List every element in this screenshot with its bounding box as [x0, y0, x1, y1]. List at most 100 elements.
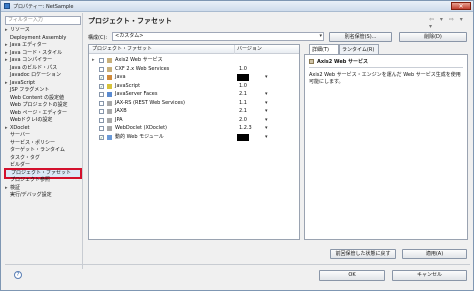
tree-item[interactable]: タスク・タグ [5, 155, 81, 162]
facet-checkbox[interactable] [99, 117, 104, 123]
facet-row[interactable]: ✓ 動的 Web モジュール ▾ [89, 133, 299, 141]
facet-name: JavaServer Faces [115, 91, 158, 97]
facet-version[interactable]: 2.0 [239, 117, 247, 124]
facet-checkbox[interactable]: ✓ [99, 75, 104, 80]
navigation-arrows[interactable]: ⇦ ▾ ⇨ ▾ ▾ [429, 16, 473, 30]
help-icon[interactable]: ? [14, 271, 22, 279]
detail-heading: Axis2 Web サービス [317, 59, 369, 65]
tree-item-label: Java コンパイラー [10, 57, 53, 63]
tree-item[interactable]: Java のビルド・パス [5, 65, 81, 72]
facet-checkbox[interactable]: ✓ [99, 83, 104, 89]
detail-description: Axis2 Web サービス・エンジンを運んだ Web サービス生成を使用可能に… [309, 72, 461, 85]
tree-item[interactable]: サービス・ポリシー [5, 140, 81, 147]
page-title: プロジェクト・ファセット [88, 17, 172, 25]
tree-item[interactable]: Javadoc ロケーション [5, 72, 81, 79]
chevron-down-icon[interactable]: ▾ [265, 91, 268, 98]
facet-checkbox[interactable] [99, 100, 104, 106]
chevron-down-icon[interactable]: ▾ [265, 108, 268, 115]
chevron-down-icon[interactable]: ▾ [265, 117, 268, 124]
filter-input[interactable]: フィルター入力 [5, 16, 81, 25]
column-header-version[interactable]: バージョン [237, 45, 262, 54]
column-header-facet[interactable]: プロジェクト・ファセット [92, 45, 152, 54]
chevron-down-icon[interactable]: ▾ [265, 74, 268, 81]
tree-item[interactable]: プロジェクト参照 [5, 177, 81, 184]
facet-checkbox[interactable] [99, 66, 104, 72]
ok-button[interactable]: OK [319, 270, 385, 281]
facet-icon [107, 66, 112, 72]
facet-row[interactable]: JPA 2.0 ▾ [89, 117, 299, 124]
tree-item-label: 実行/デバッグ設定 [10, 192, 52, 198]
facet-row[interactable]: WebDoclet (XDoclet) 1.2.3 ▾ [89, 125, 299, 132]
tree-item[interactable]: ▸ JavaScript [5, 80, 81, 87]
expand-icon[interactable]: ▸ [92, 57, 97, 64]
tree-item[interactable]: Web プロジェクトの設定 [5, 102, 81, 109]
tree-item[interactable]: Web ページ・エディター [5, 110, 81, 117]
facet-row[interactable]: ✓ JavaScript 1.0 [89, 83, 299, 90]
facet-icon [107, 134, 112, 140]
facet-row[interactable]: JavaServer Faces 2.1 ▾ [89, 91, 299, 98]
cancel-button[interactable]: キャンセル [392, 270, 467, 281]
restore-defaults-button[interactable]: 前回保管した状態に戻す [330, 249, 396, 259]
tree-item[interactable]: Web Content の設定値 [5, 95, 81, 102]
property-tree: ▸ リソース Deployment Assembly ▸ Java エディター ▸ Java… [4, 27, 82, 257]
tree-item-label: Java のビルド・パス [10, 64, 58, 71]
tree-item-label: ターゲット・ランタイム [10, 147, 65, 153]
tree-item-label: XDoclet [10, 124, 30, 131]
divider [5, 264, 470, 265]
facet-name: JAXB [115, 108, 127, 114]
tree-item[interactable]: ビルダー [5, 162, 81, 169]
facet-name: JAX-RS (REST Web Services) [115, 99, 185, 106]
tree-item[interactable]: JSP フラグメント [5, 87, 81, 94]
facet-version[interactable]: 1.0 [239, 66, 247, 73]
tree-item-label: Java エディター [10, 42, 47, 48]
facet-row[interactable]: JAXB 2.1 ▾ [89, 108, 299, 115]
facet-checkbox[interactable] [99, 109, 104, 114]
chevron-down-icon[interactable]: ▾ [265, 134, 268, 141]
config-select[interactable]: <カスタム> ▾ [112, 32, 324, 41]
facet-version[interactable]: 2.1 [239, 108, 247, 115]
facet-icon [309, 59, 314, 64]
facet-checkbox[interactable] [99, 126, 104, 131]
apply-button[interactable]: 適用(A) [402, 249, 467, 259]
facet-checkbox[interactable]: ✓ [99, 134, 104, 140]
tree-item[interactable]: サーバー [5, 132, 81, 139]
tab-runtimes[interactable]: ランタイム(R) [339, 44, 379, 54]
splitter[interactable] [82, 13, 83, 269]
tree-item[interactable]: 実行/デバッグ設定 [5, 192, 81, 199]
facet-version[interactable]: 1.0 [239, 83, 247, 90]
tree-item[interactable]: ▸ Java コード・スタイル [5, 50, 81, 57]
tree-item-label: サービス・ポリシー [10, 139, 56, 146]
chevron-down-icon[interactable]: ▾ [265, 100, 268, 107]
tab-details[interactable]: 詳細(T) [309, 44, 339, 54]
tree-item-label: ビルダー [10, 162, 31, 168]
tree-item[interactable]: Deployment Assembly [5, 35, 81, 42]
title-bar: プロパティー: NetSample ✕ [1, 1, 473, 12]
facet-version[interactable]: 1.2.3 [239, 125, 252, 132]
facet-version[interactable]: 1.1 [239, 100, 247, 107]
tree-item[interactable]: ターゲット・ランタイム [5, 147, 81, 154]
facet-row[interactable]: ✓ Java ▾ [89, 74, 299, 81]
window-icon [4, 3, 10, 9]
delete-button[interactable]: 削除(D) [399, 32, 467, 42]
close-button[interactable]: ✕ [451, 2, 471, 10]
facet-name: JavaScript [115, 82, 141, 89]
tree-item[interactable]: プロジェクト・ファセット [4, 167, 82, 179]
facet-icon [107, 58, 112, 63]
tree-item-label: JavaScript [10, 79, 36, 86]
tree-item[interactable]: ▸ Java コンパイラー [5, 57, 81, 64]
tree-item[interactable]: ▸ XDoclet [5, 125, 81, 132]
tree-item[interactable]: WebドクレIの設定 [5, 117, 81, 124]
facet-version[interactable]: 2.1 [239, 91, 247, 98]
facet-row[interactable]: ▸ Axis2 Web サービス [89, 57, 299, 64]
tree-item[interactable]: ▸ リソース [5, 27, 81, 34]
chevron-down-icon[interactable]: ▾ [265, 125, 268, 132]
facet-checkbox[interactable] [99, 92, 104, 97]
tree-item[interactable]: ▸ Java エディター [5, 42, 81, 49]
facet-name: Java [115, 74, 126, 80]
facet-row[interactable]: JAX-RS (REST Web Services) 1.1 ▾ [89, 100, 299, 107]
tree-item[interactable]: ▸ 検証 [5, 185, 81, 192]
save-as-button[interactable]: 別名保管(S)... [329, 32, 392, 42]
facet-row[interactable]: CXF 2.x Web Services 1.0 [89, 66, 299, 73]
properties-dialog: プロパティー: NetSample ✕ フィルター入力 ▸ リソース Deploym… [0, 0, 474, 291]
facet-checkbox[interactable] [99, 58, 104, 63]
